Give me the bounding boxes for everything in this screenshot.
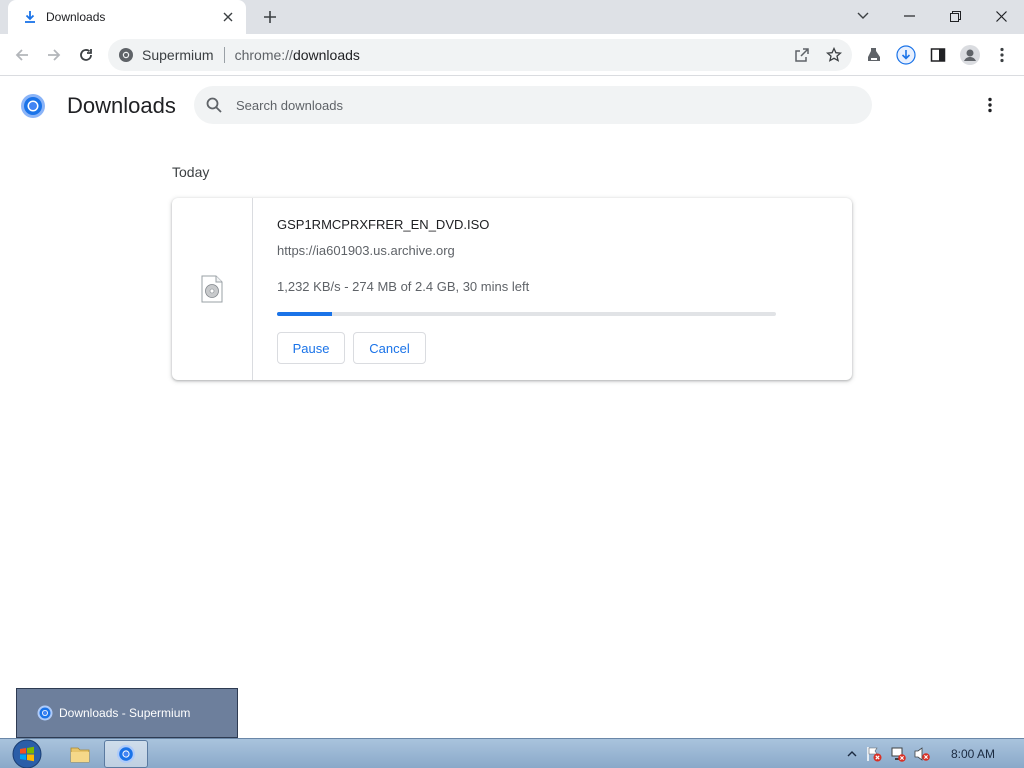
reload-icon <box>80 49 92 61</box>
page-menu-button[interactable] <box>980 94 1000 116</box>
close-window-button[interactable] <box>978 0 1024 32</box>
chevron-up-icon <box>847 751 857 757</box>
date-section-label: Today <box>172 164 210 180</box>
site-info-icon[interactable] <box>118 47 134 63</box>
profile-icon <box>960 45 980 65</box>
menu-icon <box>988 97 992 113</box>
start-button[interactable] <box>8 739 46 768</box>
download-filename[interactable]: GSP1RMCPRXFRER_EN_DVD.ISO <box>277 217 489 232</box>
plus-icon <box>264 11 276 23</box>
page-title: Downloads <box>67 93 176 118</box>
extensions-button[interactable] <box>862 43 886 67</box>
download-status: 1,232 KB/s - 274 MB of 2.4 GB, 30 mins l… <box>277 279 530 294</box>
cancel-button[interactable]: Cancel <box>353 332 426 364</box>
browser-icon <box>117 745 135 763</box>
back-button[interactable] <box>10 43 34 67</box>
bookmark-button[interactable] <box>822 43 846 67</box>
forward-button[interactable] <box>42 43 66 67</box>
show-hidden-icons-button[interactable] <box>844 746 860 762</box>
preview-label: Downloads - Supermium <box>59 706 191 720</box>
search-input[interactable] <box>236 97 836 113</box>
search-icon <box>206 97 222 113</box>
close-icon <box>995 10 1007 22</box>
pause-button[interactable]: Pause <box>277 332 345 364</box>
side-panel-icon <box>930 48 946 62</box>
network-icon <box>891 747 906 762</box>
tab-downloads[interactable]: Downloads <box>8 0 246 34</box>
taskbar-explorer-button[interactable] <box>58 740 102 768</box>
disc-file-icon <box>201 275 223 303</box>
restore-button[interactable] <box>932 0 978 32</box>
windows-start-icon <box>12 739 42 768</box>
extension-icon <box>868 48 880 61</box>
forward-icon <box>48 49 61 61</box>
side-panel-button[interactable] <box>926 43 950 67</box>
omnibox-separator <box>223 47 225 63</box>
download-origin-url[interactable]: https://ia601903.us.archive.org <box>277 243 455 258</box>
share-button[interactable] <box>790 43 814 67</box>
tab-strip: Downloads <box>0 0 1024 34</box>
back-icon <box>15 49 28 61</box>
search-box[interactable] <box>194 86 872 124</box>
downloads-logo-icon <box>20 93 46 119</box>
tab-title: Downloads <box>46 10 106 24</box>
flag-warning-icon <box>867 747 882 762</box>
download-item-card: GSP1RMCPRXFRER_EN_DVD.ISO https://ia6019… <box>172 198 852 380</box>
downloads-toolbar-icon <box>896 45 916 65</box>
close-icon[interactable] <box>220 9 236 25</box>
taskbar-window-preview[interactable]: Downloads - Supermium <box>16 688 238 738</box>
address-bar[interactable]: Supermium chrome://downloads <box>108 39 852 71</box>
taskbar-browser-button[interactable] <box>104 740 148 768</box>
menu-icon <box>1000 47 1004 63</box>
download-icon <box>22 9 38 25</box>
downloads-toolbar-button[interactable] <box>894 43 918 67</box>
star-icon <box>826 47 842 62</box>
restore-icon <box>949 10 961 22</box>
taskbar: 8:00 AM <box>0 738 1024 768</box>
file-icon-column <box>172 198 253 380</box>
share-icon <box>795 48 809 62</box>
toolbar: Supermium chrome://downloads <box>0 34 1024 76</box>
minimize-button[interactable] <box>886 0 932 32</box>
new-tab-button[interactable] <box>258 6 282 28</box>
profile-button[interactable] <box>958 43 982 67</box>
explorer-icon <box>70 747 90 763</box>
taskbar-clock[interactable]: 8:00 AM <box>951 747 995 761</box>
chevron-down-icon <box>857 12 869 19</box>
volume-muted-icon <box>914 747 930 761</box>
download-progress-fill <box>277 312 332 316</box>
download-progress-bar <box>277 312 776 316</box>
volume-tray-button[interactable] <box>914 746 930 762</box>
browser-icon <box>37 705 53 721</box>
action-center-tray-button[interactable] <box>866 746 882 762</box>
browser-menu-button[interactable] <box>990 43 1014 67</box>
url-scheme: chrome:// <box>234 47 293 63</box>
reload-button[interactable] <box>74 43 98 67</box>
url-host: downloads <box>292 47 360 63</box>
tab-search-button[interactable] <box>840 0 886 32</box>
site-name: Supermium <box>142 47 214 63</box>
minimize-icon <box>903 15 915 17</box>
network-tray-button[interactable] <box>890 746 906 762</box>
